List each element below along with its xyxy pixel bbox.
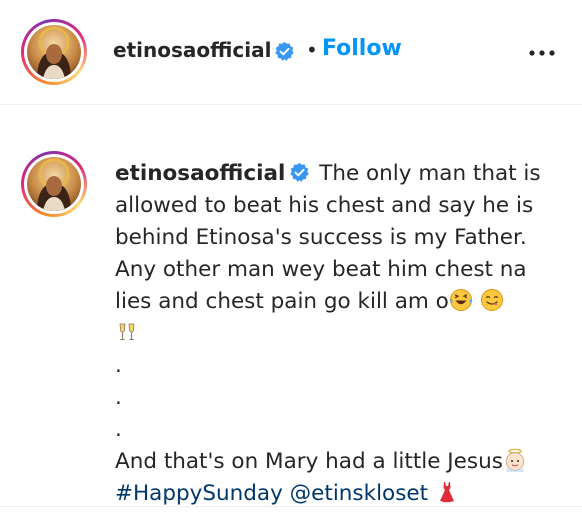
caption-text: And that's on Mary had a little Jesus (115, 449, 503, 474)
caption-line: etinosaofficial The only man that is (115, 158, 570, 190)
caption-text: lies and chest pain go kill am o (115, 289, 449, 314)
caption-text: allowed to beat his chest and say he is (115, 193, 534, 218)
clinking-glasses-emoji-icon (119, 323, 135, 341)
yum-face-emoji-icon (480, 289, 503, 311)
laughing-tears-emoji-icon (449, 289, 472, 311)
avatar-photo (27, 25, 81, 79)
red-dress-emoji-icon (439, 482, 454, 503)
profile-avatar[interactable] (21, 19, 87, 85)
hashtag-link[interactable]: #HappySunday (115, 481, 283, 506)
mention-link[interactable]: @etinskloset (290, 481, 428, 506)
caption-text: The only man that is (319, 161, 541, 186)
caption-line (115, 318, 570, 350)
post-caption: etinosaofficial The only man that is all… (115, 158, 570, 510)
verified-icon (275, 41, 294, 61)
post-header: etinosaofficial • Follow (0, 0, 582, 105)
avatar-photo (27, 157, 81, 211)
caption-text: behind Etinosa's success is my Father. (115, 225, 527, 250)
divider (0, 506, 582, 507)
baby-angel-emoji-icon (505, 448, 525, 472)
caption-dot: . (115, 385, 122, 410)
header-username[interactable]: etinosaofficial (113, 38, 271, 62)
verified-icon (290, 162, 310, 182)
follow-button[interactable]: Follow (322, 36, 402, 61)
caption-text: Any other man wey beat him chest na (115, 257, 527, 282)
caption-dot: . (115, 417, 122, 442)
caption-avatar[interactable] (21, 151, 87, 217)
caption-dot: . (115, 353, 122, 378)
separator-dot: • (306, 38, 318, 62)
caption-username[interactable]: etinosaofficial (115, 161, 285, 186)
more-options-icon[interactable] (528, 48, 556, 58)
caption-line: And that's on Mary had a little Jesus (115, 446, 570, 478)
caption-line: lies and chest pain go kill am o (115, 286, 570, 318)
